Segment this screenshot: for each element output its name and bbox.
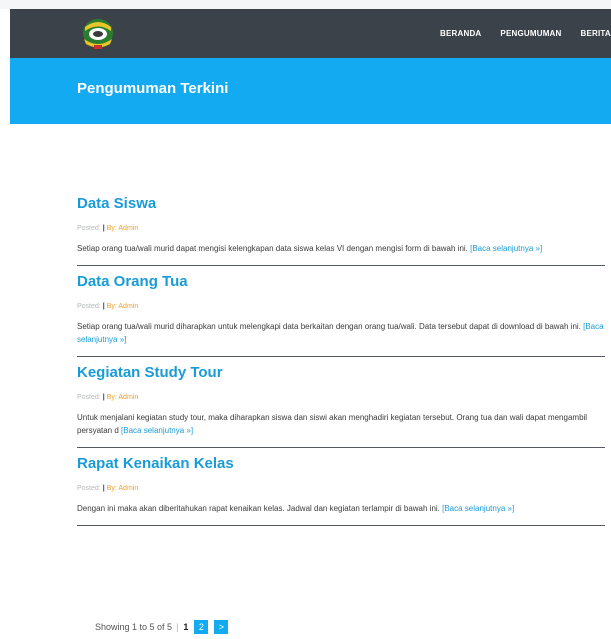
posted-label: Posted: (77, 303, 101, 310)
post-meta: Posted: | By: Admin (77, 484, 605, 493)
nav-item-pengumuman[interactable]: PENGUMUMAN (500, 29, 561, 38)
top-navbar: BERANDA PENGUMUMAN BERITA (10, 9, 611, 58)
page-title: Pengumuman Terkini (77, 80, 229, 97)
post-author[interactable]: By: Admin (107, 394, 139, 401)
announcement-item: Data Siswa Posted: | By: Admin Setiap oran… (77, 188, 605, 266)
post-excerpt-text: Dengan ini maka akan diberitahukan rapat… (77, 504, 440, 513)
post-author[interactable]: By: Admin (107, 303, 139, 310)
announcement-item: Rapat Kenaikan Kelas Posted: | By: Admin D… (77, 448, 605, 526)
post-meta: Posted: | By: Admin (77, 393, 605, 402)
pagination-summary: Showing 1 to 5 of 5 (95, 622, 173, 632)
post-author[interactable]: By: Admin (107, 485, 139, 492)
read-more-link[interactable]: [Baca selanjutnya »] (442, 504, 514, 513)
post-excerpt-text: Setiap orang tua/wali murid diharapkan u… (77, 322, 581, 331)
main-navigation: BERANDA PENGUMUMAN BERITA (440, 9, 611, 58)
nav-item-berita[interactable]: BERITA (581, 29, 611, 38)
post-excerpt: Dengan ini maka akan diberitahukan rapat… (77, 502, 605, 525)
read-more-link[interactable]: [Baca selanjutnya »] (121, 426, 193, 435)
meta-separator: | (102, 485, 105, 492)
post-excerpt-text: Setiap orang tua/wali murid dapat mengis… (77, 244, 468, 253)
page-header-banner: Pengumuman Terkini (10, 58, 611, 124)
pagination-separator: | (176, 622, 179, 632)
announcement-list: Data Siswa Posted: | By: Admin Setiap oran… (77, 188, 605, 526)
top-strip (0, 0, 611, 9)
post-meta: Posted: | By: Admin (77, 224, 605, 233)
post-title-link[interactable]: Data Orang Tua (77, 266, 605, 292)
meta-separator: | (102, 394, 105, 401)
post-excerpt: Untuk menjalani kegiatan study tour, mak… (77, 411, 605, 447)
posted-label: Posted: (77, 394, 101, 401)
read-more-link[interactable]: [Baca selanjutnya »] (470, 244, 542, 253)
post-excerpt: Setiap orang tua/wali murid diharapkan u… (77, 320, 605, 356)
posted-label: Posted: (77, 485, 101, 492)
school-emblem-icon[interactable] (76, 13, 120, 55)
post-title-link[interactable]: Rapat Kenaikan Kelas (77, 448, 605, 474)
post-meta: Posted: | By: Admin (77, 302, 605, 311)
announcement-item: Kegiatan Study Tour Posted: | By: Admin Un… (77, 357, 605, 448)
current-page: 1 (183, 622, 189, 632)
post-title-link[interactable]: Data Siswa (77, 188, 605, 214)
announcement-item: Data Orang Tua Posted: | By: Admin Setiap … (77, 266, 605, 357)
pagination: Showing 1 to 5 of 5 | 1 2 > (95, 619, 234, 635)
posted-label: Posted: (77, 225, 101, 232)
post-author[interactable]: By: Admin (107, 225, 139, 232)
post-title-link[interactable]: Kegiatan Study Tour (77, 357, 605, 383)
next-page-button[interactable]: > (214, 620, 229, 634)
meta-separator: | (102, 225, 105, 232)
nav-item-beranda[interactable]: BERANDA (440, 29, 481, 38)
page-2-button[interactable]: 2 (194, 620, 209, 634)
post-excerpt: Setiap orang tua/wali murid dapat mengis… (77, 242, 605, 265)
meta-separator: | (102, 303, 105, 310)
